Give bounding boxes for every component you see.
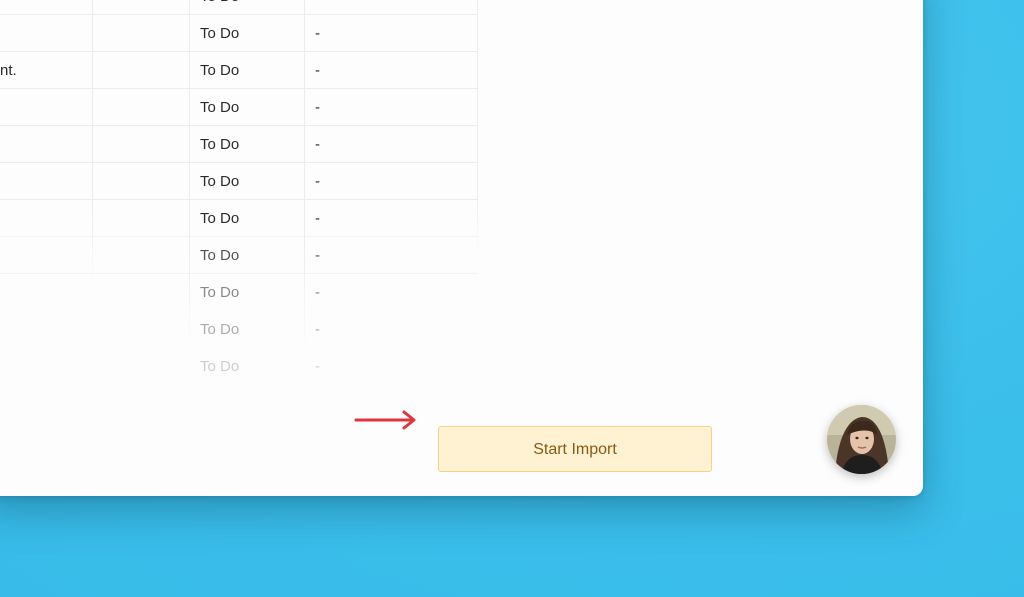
cell-description: [0, 163, 92, 200]
table-row[interactable]: To Do -: [0, 237, 478, 274]
cell-status: To Do: [200, 25, 240, 42]
cell-empty: [93, 126, 189, 163]
cell-assignee: -: [315, 321, 320, 338]
cell-description: [0, 311, 92, 348]
cell-description: [0, 15, 92, 52]
cell-empty: [93, 52, 189, 89]
cell-empty: [93, 274, 189, 311]
import-window: To DoTo Do-nt.To Do-To Do-To Do-To Do-To…: [0, 0, 923, 496]
table-row[interactable]: To Do -: [0, 200, 478, 237]
column-divider: [477, 0, 478, 260]
cell-status: To Do: [200, 99, 240, 116]
table-row[interactable]: To Do: [0, 0, 478, 15]
cell-status: To Do: [200, 173, 240, 190]
table-row[interactable]: nt. To Do -: [0, 52, 478, 89]
table-row[interactable]: To Do -: [0, 274, 478, 311]
cell-description: [0, 89, 92, 126]
cell-description: [0, 200, 92, 237]
cell-status: To Do: [200, 136, 240, 153]
cell-assignee: -: [315, 210, 320, 227]
cell-empty: [93, 89, 189, 126]
cell-description: [0, 126, 92, 163]
cell-description: [0, 0, 92, 15]
arrow-right-icon: [354, 410, 416, 430]
cell-description: nt.: [0, 62, 17, 79]
cell-empty: [93, 163, 189, 200]
cell-description: [0, 274, 92, 311]
cell-empty: [93, 237, 189, 274]
cell-status: To Do: [200, 0, 304, 15]
cell-empty: [93, 0, 189, 15]
cell-assignee: -: [315, 247, 320, 264]
import-preview-table: To DoTo Do-nt.To Do-To Do-To Do-To Do-To…: [0, 0, 478, 400]
cell-description: [0, 237, 92, 274]
cell-description: [0, 348, 92, 385]
table-row[interactable]: To Do -: [0, 348, 478, 385]
table-row[interactable]: To Do -: [0, 163, 478, 200]
column-divider: [189, 0, 190, 350]
cell-assignee: -: [315, 62, 320, 79]
table-row[interactable]: To Do -: [0, 15, 478, 52]
user-avatar[interactable]: [827, 405, 896, 474]
cell-assignee: -: [315, 173, 320, 190]
cell-status: To Do: [200, 247, 240, 264]
table-row[interactable]: To Do -: [0, 126, 478, 163]
table-row[interactable]: To Do -: [0, 89, 478, 126]
table-row[interactable]: To Do -: [0, 311, 478, 348]
cell-status: To Do: [200, 358, 240, 375]
cell-empty: [93, 348, 189, 385]
column-divider: [304, 0, 305, 350]
cell-empty: [93, 311, 189, 348]
cell-empty: [93, 15, 189, 52]
cell-assignee: -: [315, 25, 320, 42]
cell-status: To Do: [200, 321, 240, 338]
cell-assignee: -: [315, 99, 320, 116]
cell-assignee: [315, 0, 475, 15]
start-import-button[interactable]: Start Import: [438, 426, 712, 472]
cell-assignee: -: [315, 284, 320, 301]
cell-assignee: -: [315, 136, 320, 153]
cell-status: To Do: [200, 210, 240, 227]
column-divider: [92, 0, 93, 290]
cell-status: To Do: [200, 62, 240, 79]
cell-status: To Do: [200, 284, 240, 301]
avatar-image: [827, 405, 896, 474]
cell-assignee: -: [315, 358, 320, 375]
cell-empty: [93, 200, 189, 237]
